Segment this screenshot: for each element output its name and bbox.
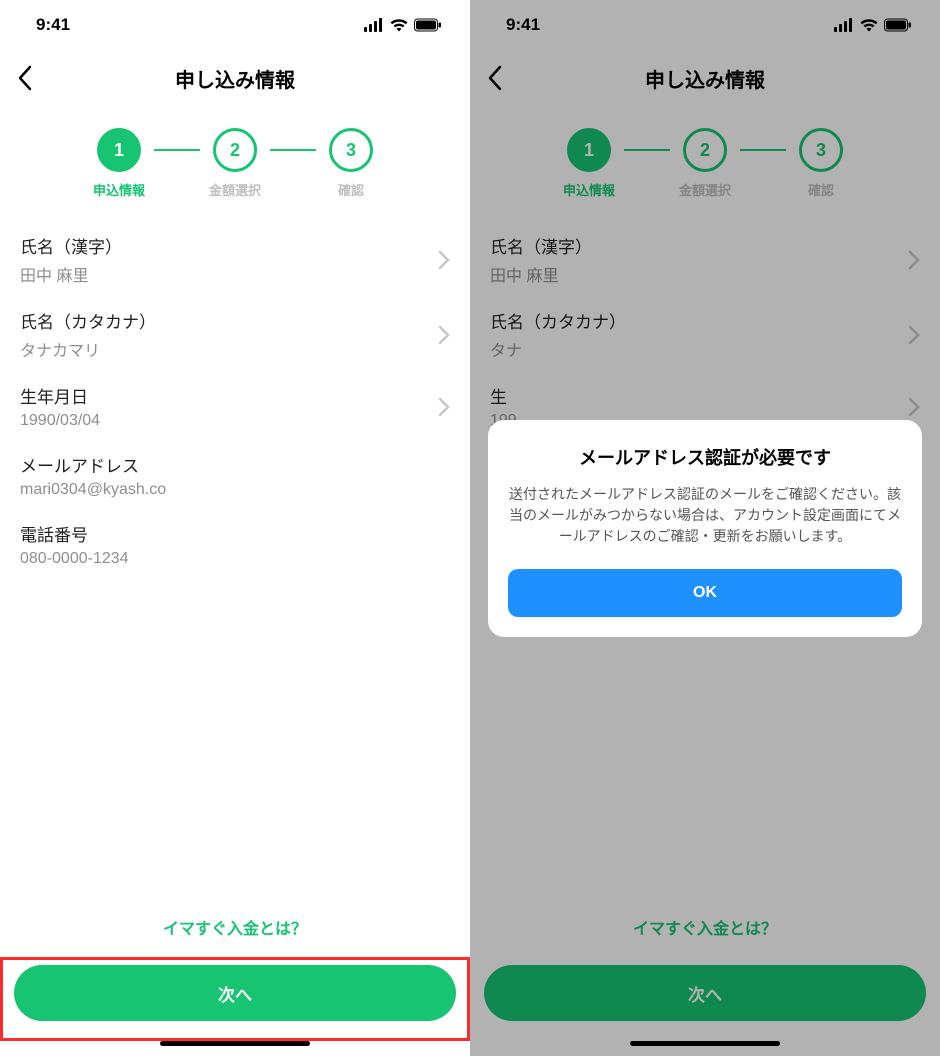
label-email: メールアドレス (20, 452, 166, 477)
step-3-circle: 3 (329, 128, 373, 172)
label-dob: 生年月日 (20, 383, 100, 408)
page-title: 申し込み情報 (175, 64, 295, 93)
step-3-label: 確認 (338, 180, 364, 199)
row-name-kanji[interactable]: 氏名（漢字） 田中 麻里 (20, 233, 450, 286)
row-phone: 電話番号 080-0000-1234 (20, 521, 450, 568)
step-2: 2 金額選択 (200, 128, 270, 199)
next-button[interactable]: 次へ (14, 965, 456, 1021)
stepper: 1 申込情報 2 金額選択 3 確認 (0, 128, 470, 199)
phone-screen-left: 9:41 申し込み情報 1 申込情報 2 金額選択 (0, 0, 470, 1056)
next-button-highlight: 次へ (0, 957, 470, 1041)
form-list: 氏名（漢字） 田中 麻里 氏名（カタカナ） タナカマリ 生年月日 1990/03… (0, 233, 470, 568)
status-time: 9:41 (36, 15, 70, 35)
wifi-icon (390, 18, 408, 32)
step-2-circle: 2 (213, 128, 257, 172)
dialog-ok-button[interactable]: OK (508, 569, 902, 617)
chevron-right-icon (438, 397, 450, 417)
step-1: 1 申込情報 (84, 128, 154, 199)
stepper-connector (154, 149, 200, 151)
battery-icon (414, 18, 442, 32)
phone-screen-right: 9:41 申し込み情報 1 申込情報 2 金額選択 (470, 0, 940, 1056)
home-indicator[interactable] (160, 1041, 310, 1046)
step-1-circle: 1 (97, 128, 141, 172)
back-button[interactable] (16, 64, 34, 92)
row-dob[interactable]: 生年月日 1990/03/04 (20, 383, 450, 430)
status-bar: 9:41 (0, 0, 470, 50)
dialog-body: 送付されたメールアドレス認証のメールをご確認ください。該当のメールがみつからない… (508, 484, 902, 547)
value-name-kana: タナカマリ (20, 337, 156, 361)
help-link[interactable]: イマすぐ入金とは？ (0, 903, 470, 957)
email-verify-dialog: メールアドレス認証が必要です 送付されたメールアドレス認証のメールをご確認くださ… (488, 420, 922, 637)
chevron-right-icon (438, 325, 450, 345)
row-name-kana[interactable]: 氏名（カタカナ） タナカマリ (20, 308, 450, 361)
value-phone: 080-0000-1234 (20, 550, 129, 568)
label-phone: 電話番号 (20, 521, 129, 546)
value-name-kanji: 田中 麻里 (20, 262, 122, 286)
value-dob: 1990/03/04 (20, 412, 100, 430)
signal-icon (364, 18, 384, 32)
label-name-kanji: 氏名（漢字） (20, 233, 122, 258)
step-2-label: 金額選択 (209, 180, 261, 199)
label-name-kana: 氏名（カタカナ） (20, 308, 156, 333)
step-3: 3 確認 (316, 128, 386, 199)
modal-overlay[interactable]: メールアドレス認証が必要です 送付されたメールアドレス認証のメールをご確認くださ… (470, 0, 940, 1056)
value-email: mari0304@kyash.co (20, 481, 166, 499)
dialog-title: メールアドレス認証が必要です (508, 444, 902, 470)
status-icons (364, 18, 442, 32)
stepper-connector (270, 149, 316, 151)
header: 申し込み情報 (0, 50, 470, 106)
chevron-right-icon (438, 250, 450, 270)
step-1-label: 申込情報 (93, 180, 145, 199)
row-email: メールアドレス mari0304@kyash.co (20, 452, 450, 499)
